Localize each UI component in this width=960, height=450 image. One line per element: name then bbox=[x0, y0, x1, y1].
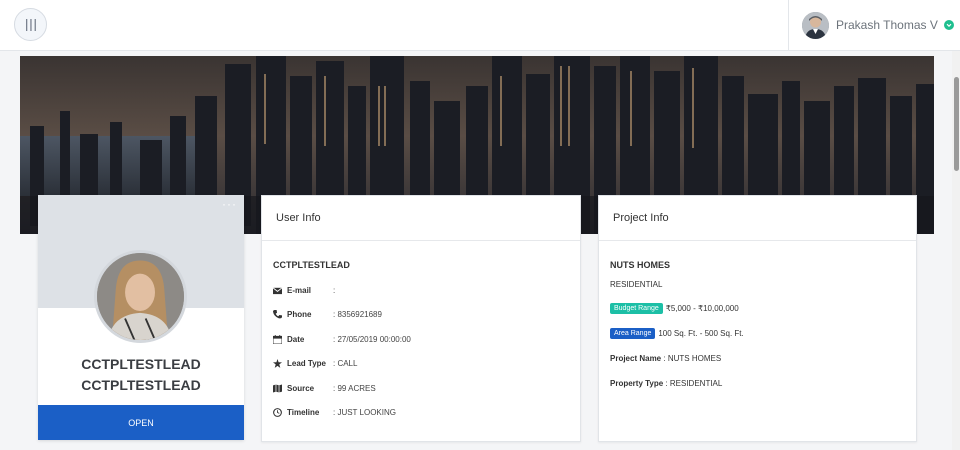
scrollbar-thumb[interactable] bbox=[954, 77, 959, 171]
info-row-date: Date : 27/05/2019 00:00:00 bbox=[273, 333, 411, 345]
area-range: Area Range 100 Sq. Ft. - 500 Sq. Ft. bbox=[610, 328, 744, 339]
avatar bbox=[802, 11, 829, 39]
budget-badge: Budget Range bbox=[610, 303, 663, 314]
user-menu[interactable]: Prakash Thomas V bbox=[788, 0, 960, 50]
property-type: RESIDENTIAL bbox=[610, 280, 663, 289]
page-scrollbar[interactable] bbox=[952, 51, 960, 450]
map-icon bbox=[273, 383, 284, 393]
budget-range: Budget Range ₹5,000 - ₹10,00,000 bbox=[610, 303, 739, 314]
profile-avatar bbox=[94, 250, 187, 343]
phone-icon bbox=[273, 309, 284, 319]
calendar-icon bbox=[273, 334, 284, 344]
top-bar: Prakash Thomas V bbox=[0, 0, 960, 51]
profile-name: CCTPLTESTLEAD CCTPLTESTLEAD bbox=[81, 356, 201, 393]
open-button[interactable]: OPEN bbox=[38, 405, 244, 440]
envelope-icon bbox=[273, 285, 284, 295]
info-row-email: E-mail : bbox=[273, 284, 335, 296]
info-row-source: Source : 99 ACRES bbox=[273, 382, 376, 394]
more-options-icon[interactable]: ··· bbox=[222, 198, 237, 210]
budget-value: ₹5,000 - ₹10,00,000 bbox=[665, 304, 739, 313]
project-name: NUTS HOMES bbox=[610, 260, 671, 270]
clock-icon bbox=[273, 407, 284, 417]
property-type-row: Property Type : RESIDENTIAL bbox=[610, 379, 723, 388]
user-name: Prakash Thomas V bbox=[836, 18, 938, 32]
card-title: User Info bbox=[262, 196, 580, 241]
project-name-row: Project Name : NUTS HOMES bbox=[610, 354, 722, 363]
area-badge: Area Range bbox=[610, 328, 656, 339]
card-title: Project Info bbox=[599, 196, 916, 241]
star-icon bbox=[273, 358, 284, 368]
info-row-phone: Phone : 8356921689 bbox=[273, 308, 382, 320]
project-info-card: Project Info NUTS HOMES RESIDENTIAL Budg… bbox=[598, 195, 917, 442]
profile-card: ··· CCTPLTESTLEAD CCTPLTESTLEAD OPEN bbox=[38, 195, 244, 440]
menu-icon bbox=[25, 18, 36, 31]
lead-name: CCTPLTESTLEAD bbox=[273, 260, 350, 270]
info-row-lead-type: Lead Type : CALL bbox=[273, 357, 357, 369]
info-row-timeline: Timeline : JUST LOOKING bbox=[273, 406, 396, 418]
menu-button[interactable] bbox=[14, 8, 47, 41]
chevron-down-icon[interactable] bbox=[943, 20, 954, 30]
area-value: 100 Sq. Ft. - 500 Sq. Ft. bbox=[658, 329, 744, 338]
user-info-card: User Info CCTPLTESTLEAD E-mail : Phone :… bbox=[261, 195, 581, 442]
